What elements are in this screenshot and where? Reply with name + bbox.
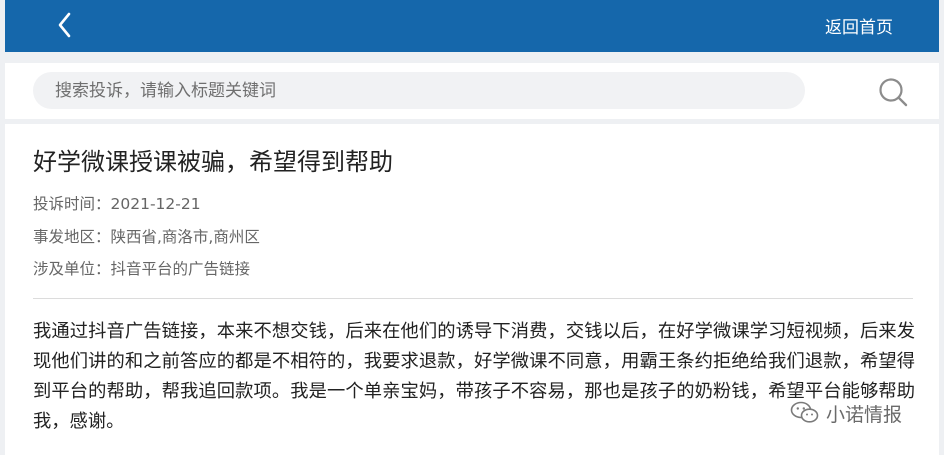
search-input[interactable] (33, 72, 805, 109)
wechat-icon (790, 401, 819, 423)
home-link[interactable]: 返回首页 (825, 13, 893, 38)
page: 返回首页 好学微课授课被骗，希望得到帮助 投诉时间：2021-12-21 事发地… (0, 0, 944, 455)
divider (33, 298, 913, 299)
complaint-time: 投诉时间：2021-12-21 (33, 195, 201, 213)
top-navigation-bar: 返回首页 (5, 0, 939, 52)
complaint-body: 我通过抖音广告链接，本来不想交钱，后来在他们的诱导下消费，交钱以后，在好学微课学… (33, 321, 915, 432)
search-bar (5, 63, 939, 119)
complaint-region: 事发地区：陕西省,商洛市,商州区 (33, 228, 260, 246)
watermark-text: 小诺情报 (826, 403, 903, 426)
back-button[interactable] (49, 8, 83, 42)
complaint-title: 好学微课授课被骗，希望得到帮助 (33, 148, 393, 176)
chevron-left-icon (58, 12, 71, 38)
search-button[interactable] (877, 76, 909, 108)
complaint-party: 涉及单位：抖音平台的广告链接 (33, 260, 251, 278)
watermark: 小诺情报 (790, 396, 902, 430)
search-icon (879, 78, 908, 107)
